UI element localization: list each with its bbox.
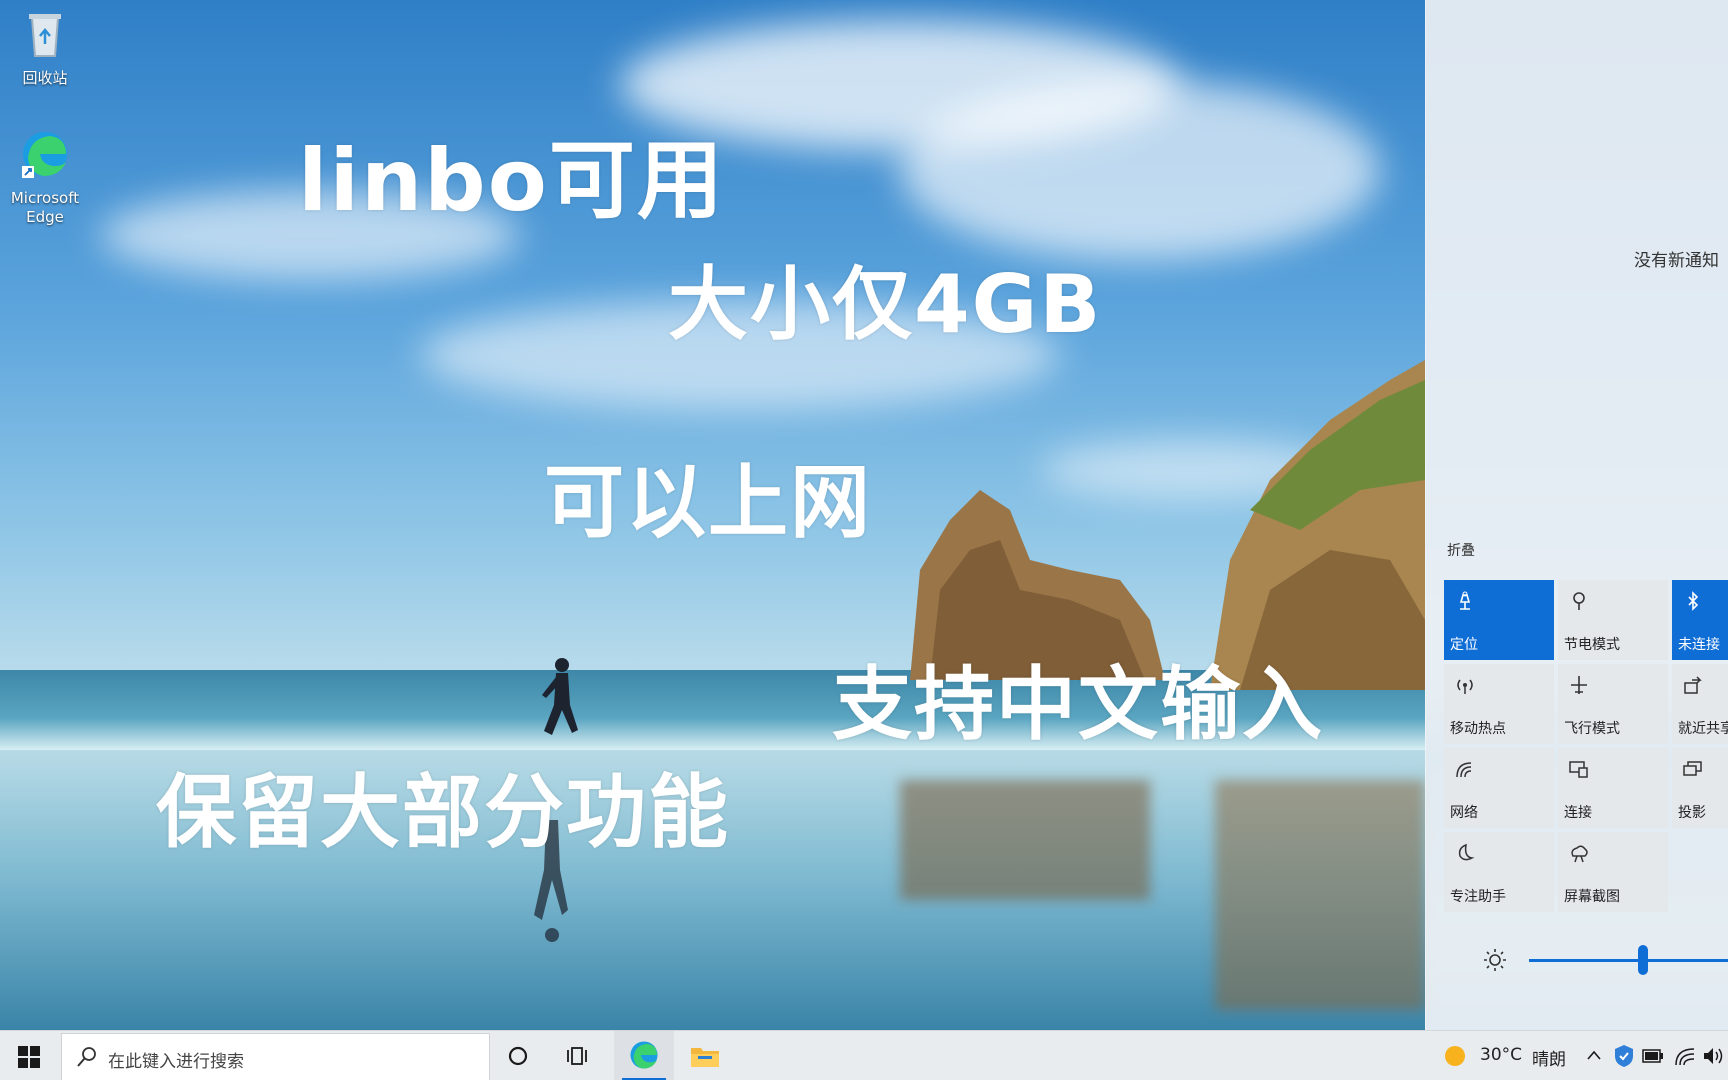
tile-mobile-hotspot[interactable]: 移动热点	[1444, 664, 1554, 744]
focus-assist-icon	[1458, 843, 1475, 861]
wifi-icon[interactable]	[1674, 1045, 1696, 1067]
overlay-caption: 保留大部分功能	[156, 766, 730, 859]
action-center-panel: 没有新通知 折叠 定位 节电模式 未连接 移动热点 飞行模式 就近共享 网络 连…	[1425, 0, 1728, 1030]
edge-icon	[22, 132, 67, 178]
tile-bluetooth[interactable]: 未连接	[1672, 580, 1728, 660]
battery-saver-icon	[1573, 592, 1585, 610]
brightness-control	[1426, 940, 1728, 980]
windows-start-icon[interactable]	[18, 1046, 40, 1068]
tile-label: 屏幕截图	[1564, 889, 1620, 905]
tile-label: 就近共享	[1678, 721, 1728, 737]
overlay-caption: 可以上网	[544, 456, 872, 549]
screen-snip-icon	[1571, 845, 1588, 863]
weather-temperature[interactable]: 30°C	[1480, 1045, 1522, 1080]
desktop-icon-microsoft-edge[interactable]: Microsoft Edge	[0, 128, 90, 227]
rock-reflection	[900, 780, 1150, 900]
task-view-icon[interactable]	[566, 1045, 590, 1067]
tile-network[interactable]: 网络	[1444, 748, 1554, 828]
taskbar-edge-button[interactable]	[614, 1031, 674, 1080]
tile-label: 连接	[1564, 805, 1592, 821]
desktop-icon-label: 回收站	[22, 69, 68, 87]
chevron-up-icon[interactable]	[1586, 1049, 1602, 1061]
file-explorer-icon[interactable]	[690, 1044, 720, 1068]
tile-battery-saver[interactable]: 节电模式	[1558, 580, 1668, 660]
tile-label: 飞行模式	[1564, 721, 1620, 737]
tile-nearby-share[interactable]: 就近共享	[1672, 664, 1728, 744]
tile-location[interactable]: 定位	[1444, 580, 1554, 660]
cloud	[900, 80, 1380, 260]
recycle-bin-icon	[29, 14, 61, 57]
search-icon	[77, 1047, 96, 1067]
taskbar-search-box[interactable]: 在此键入进行搜索	[61, 1033, 490, 1080]
tile-label: 网络	[1450, 805, 1478, 821]
tile-label: 专注助手	[1450, 889, 1506, 905]
desktop: 回收站 Microsoft Edge linbo可用 大小仅4GB 可以上网 支…	[0, 0, 1728, 1080]
tile-screen-snip[interactable]: 屏幕截图	[1558, 832, 1668, 912]
tile-label: 移动热点	[1450, 721, 1506, 737]
project-icon	[1683, 761, 1702, 776]
overlay-caption: 大小仅4GB	[668, 258, 1103, 351]
cortana-icon[interactable]	[507, 1045, 529, 1067]
search-placeholder: 在此键入进行搜索	[108, 1052, 244, 1072]
overlay-caption: linbo可用	[298, 131, 725, 231]
tile-focus-assist[interactable]: 专注助手	[1444, 832, 1554, 912]
security-shield-icon[interactable]	[1614, 1044, 1634, 1068]
weather-condition[interactable]: 晴朗	[1532, 1045, 1566, 1080]
tile-label: 未连接	[1678, 637, 1720, 653]
nearby-share-icon	[1684, 676, 1702, 694]
desktop-icon-label: Microsoft Edge	[10, 189, 80, 226]
tile-connect[interactable]: 连接	[1558, 748, 1668, 828]
volume-icon[interactable]	[1702, 1046, 1726, 1066]
brightness-icon	[1484, 949, 1506, 971]
tile-label: 节电模式	[1564, 637, 1620, 653]
weather-sun-icon[interactable]	[1443, 1044, 1467, 1068]
location-icon	[1459, 591, 1471, 610]
bluetooth-icon	[1688, 591, 1699, 611]
tile-airplane-mode[interactable]: 飞行模式	[1558, 664, 1668, 744]
airplane-icon	[1571, 676, 1587, 694]
network-icon	[1456, 762, 1472, 778]
hotspot-icon	[1457, 679, 1473, 694]
no-notifications-text: 没有新通知	[1634, 251, 1719, 271]
tile-label: 定位	[1450, 637, 1478, 653]
edge-icon	[630, 1041, 658, 1069]
tile-project[interactable]: 投影	[1672, 748, 1728, 828]
battery-icon[interactable]	[1642, 1049, 1664, 1063]
brightness-slider-track[interactable]	[1529, 959, 1728, 962]
desktop-icon-recycle-bin[interactable]: 回收站	[0, 8, 90, 88]
connect-icon	[1569, 761, 1588, 778]
tile-label: 投影	[1678, 805, 1706, 821]
brightness-slider-thumb[interactable]	[1638, 945, 1648, 975]
overlay-caption: 支持中文输入	[832, 658, 1324, 751]
taskbar: 在此键入进行搜索 30°C 晴朗	[0, 1030, 1728, 1080]
collapse-link[interactable]: 折叠	[1447, 540, 1475, 560]
cliff-reflection	[1215, 780, 1425, 1010]
